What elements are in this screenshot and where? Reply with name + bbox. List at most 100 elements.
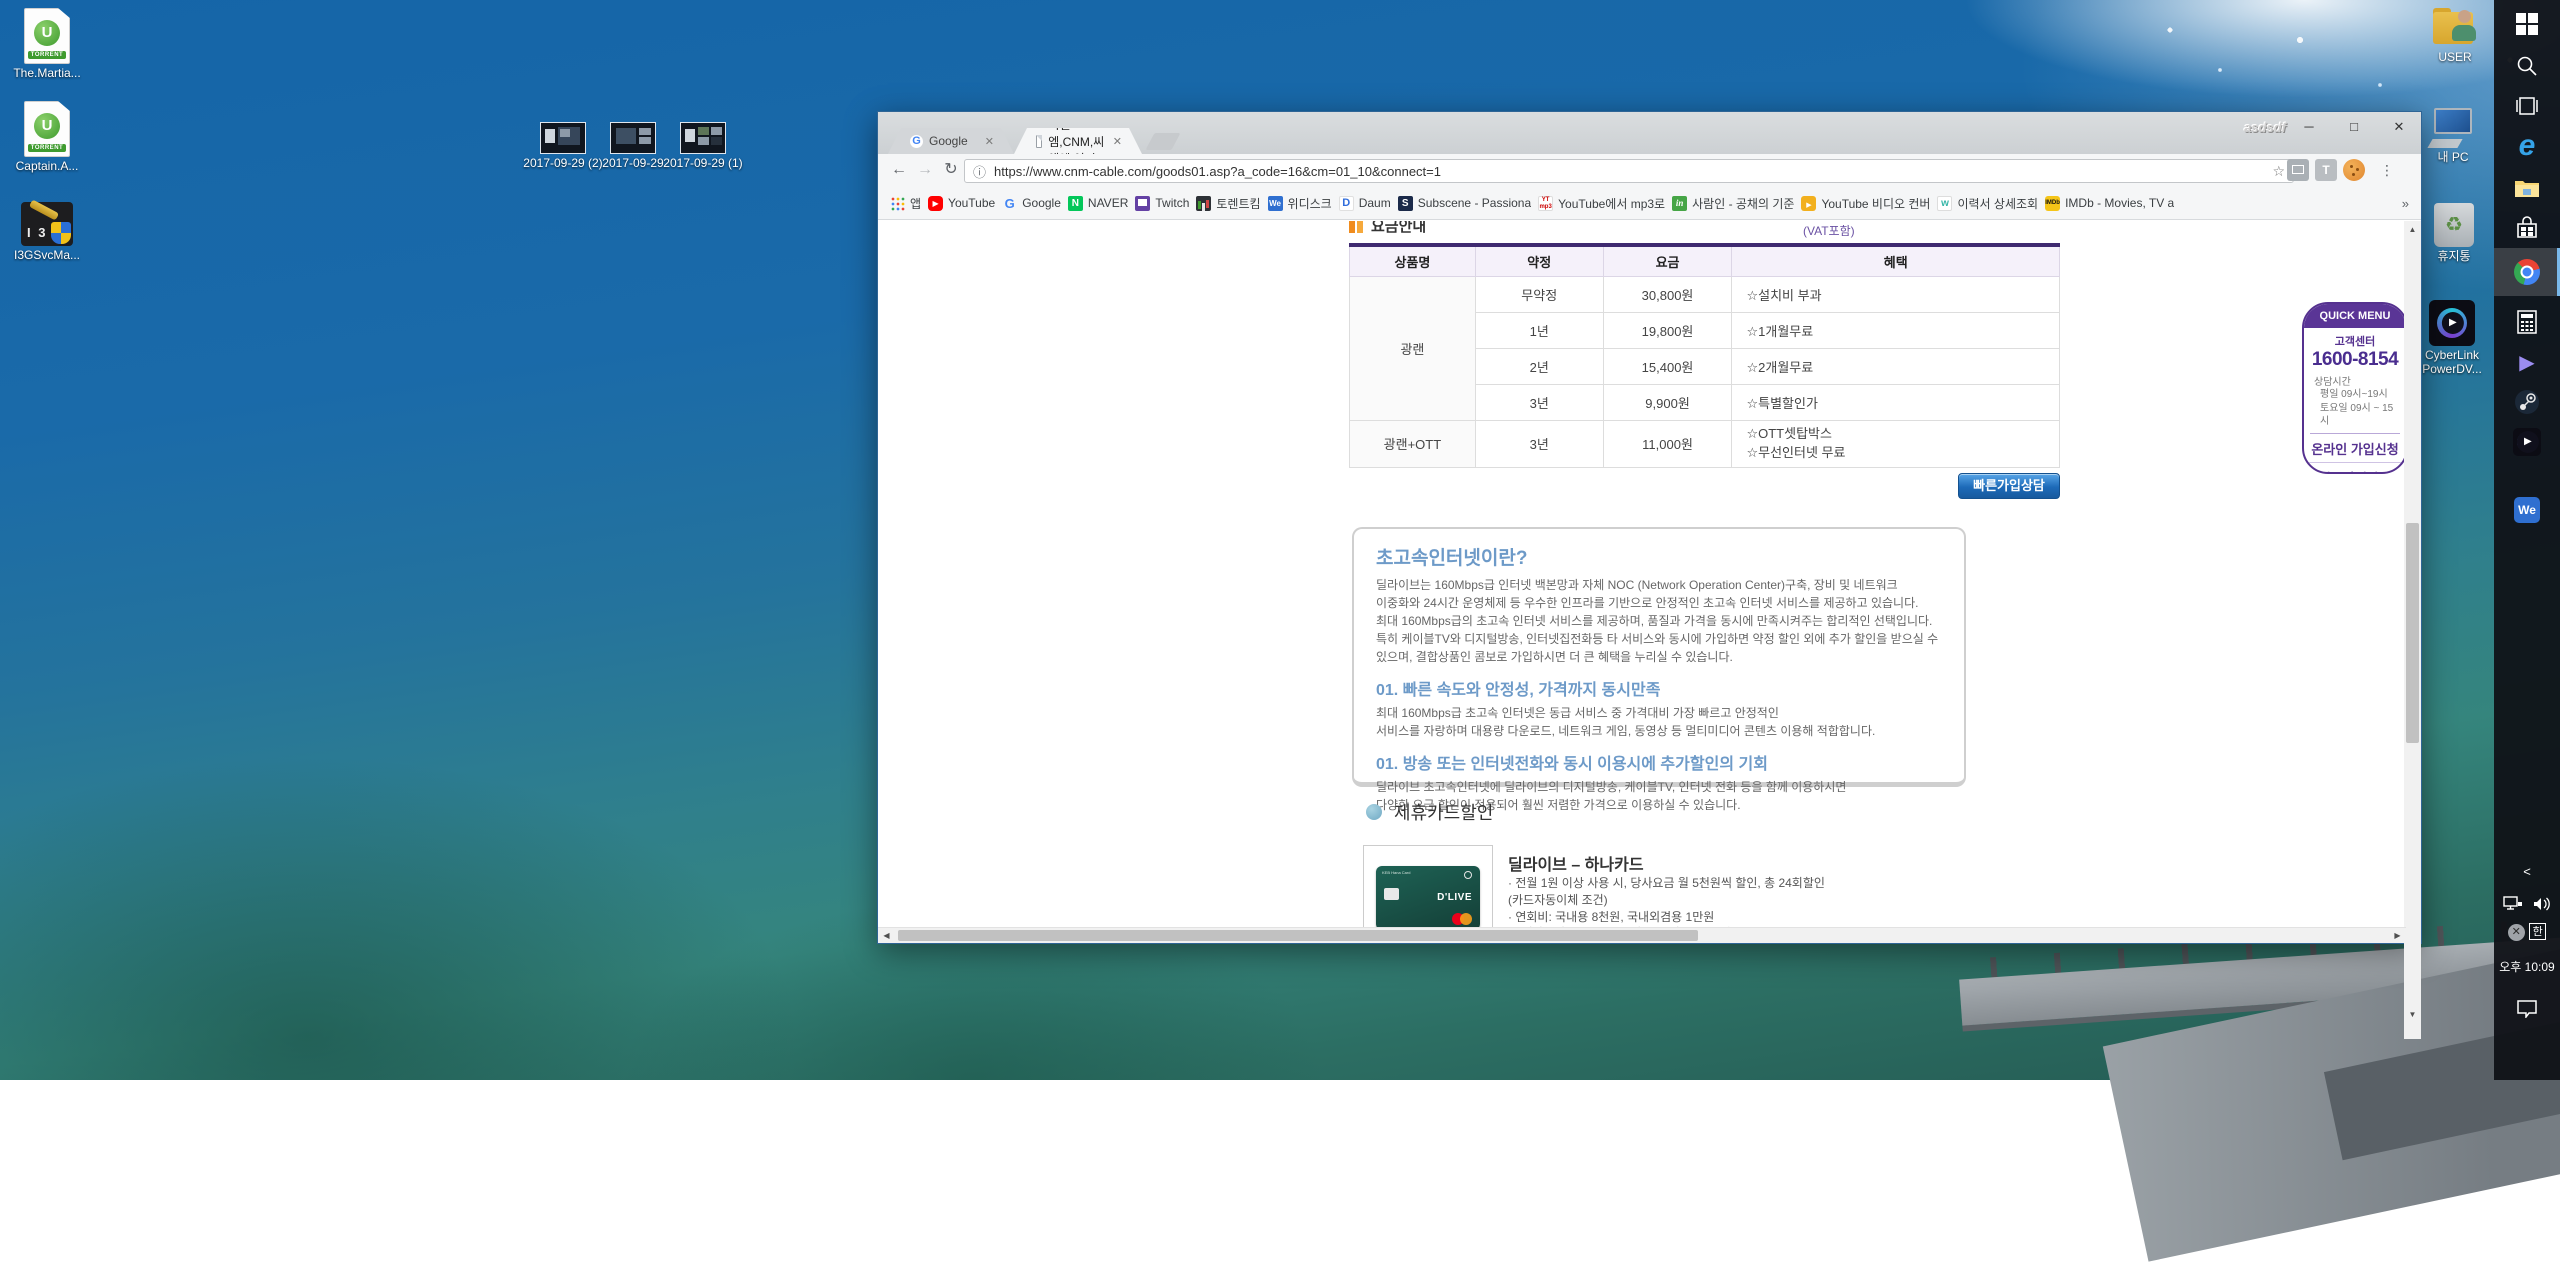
desktop-icon-screenshot-1[interactable]: 2017-09-29 (1) <box>658 122 748 171</box>
extension-t-icon[interactable]: T <box>2315 159 2337 181</box>
hidden-icons-chevron[interactable]: < <box>2494 864 2560 879</box>
taskbar-clock[interactable]: 오후 10:09 <box>2494 958 2560 975</box>
section-bullet-icon <box>1349 221 1363 233</box>
torrent-file-icon: UTORRENT <box>24 8 70 64</box>
maximize-button[interactable]: □ <box>2332 112 2376 142</box>
tab-google[interactable]: G Google ✕ <box>888 128 1014 154</box>
bookmark-subscene[interactable]: SSubscene - Passiona <box>1398 196 1531 211</box>
quick-consult-button[interactable]: 빠른가입상담 <box>1958 473 2060 499</box>
bookmarks-overflow-chevron[interactable]: » <box>2402 196 2409 211</box>
info-sub2-title: 01. 방송 또는 인터넷전화와 동시 이용시에 추가할인의 기회 <box>1376 750 1942 774</box>
tab-cnm-cable[interactable]: 씨앤엠,CNM,씨앤엠,인터 ✕ <box>1014 128 1142 154</box>
card-brand-text: D'LIVE <box>1437 892 1472 903</box>
steam-button[interactable] <box>2494 380 2560 424</box>
desktop-icon-recycle-bin[interactable]: 휴지통 <box>2412 203 2496 264</box>
network-icon[interactable] <box>2503 896 2523 912</box>
bookmark-google[interactable]: GGoogle <box>1002 196 1061 211</box>
desktop-icon-label: The.Martia... <box>2 67 92 81</box>
bookmark-imdb[interactable]: IMDbIMDb - Movies, TV a <box>2045 196 2174 211</box>
term-cell: 2년 <box>1475 348 1603 384</box>
new-tab-button[interactable] <box>1145 133 1180 150</box>
file-explorer-button[interactable] <box>2494 166 2560 210</box>
col-term: 약정 <box>1475 245 1603 276</box>
fee-cell: 19,800원 <box>1603 312 1732 348</box>
scroll-down-arrow[interactable]: ▼ <box>2404 1006 2421 1023</box>
chrome-window: G Google ✕ 씨앤엠,CNM,씨앤엠,인터 ✕ asdsdf ─ □ ✕… <box>877 111 2422 944</box>
vertical-scrollbar[interactable]: ▲ ▼ <box>2404 221 2421 1039</box>
chrome-button[interactable] <box>2494 248 2560 296</box>
browser-menu-icon[interactable]: ⋮ <box>2377 158 2397 182</box>
desktop-icon-this-pc[interactable]: 내 PC <box>2410 108 2496 165</box>
edge-button[interactable]: e <box>2494 124 2560 168</box>
torrentkim-icon <box>1196 196 1211 211</box>
horizontal-scroll-thumb[interactable] <box>898 930 1698 941</box>
bookmark-ytconverter[interactable]: YouTube 비디오 컨버 <box>1801 195 1930 212</box>
apps-grid-icon <box>890 196 905 211</box>
daum-icon: D <box>1339 196 1354 211</box>
horizontal-scrollbar[interactable]: ◀ ▶ <box>878 927 2406 943</box>
image-thumbnail-icon <box>680 122 726 154</box>
benefit-cell: ☆1개월무료 <box>1732 312 2060 348</box>
scroll-up-arrow[interactable]: ▲ <box>2404 221 2421 238</box>
ytmp3-icon: YTmp3 <box>1538 196 1553 211</box>
bookmark-resume[interactable]: w이력서 상세조회 <box>1937 195 2038 212</box>
customer-center-phone: 1600-8154 <box>2304 349 2406 371</box>
bookmark-naver[interactable]: NNAVER <box>1068 196 1128 211</box>
info-box-intro: 딜라이브는 160Mbps급 인터넷 백본망과 자체 NOC (Network … <box>1376 576 1942 666</box>
bookmark-ytmp3[interactable]: YTmp3YouTube에서 mp3로 <box>1538 195 1665 212</box>
partner-card-details: · 전월 1원 이상 사용 시, 당사요금 월 5천원씩 할인, 총 24회할인… <box>1508 875 1825 930</box>
col-product: 상품명 <box>1350 245 1476 276</box>
back-button[interactable]: ← <box>886 157 912 183</box>
vertical-scroll-thumb[interactable] <box>2406 523 2419 743</box>
start-button[interactable] <box>2494 2 2560 46</box>
google-icon: G <box>1002 196 1017 211</box>
bookmark-torrentkim[interactable]: 토렌트킴 <box>1196 195 1260 212</box>
tray-x-icon[interactable]: ✕ <box>2508 924 2525 941</box>
tray-icons-row2: ✕ 한 <box>2494 922 2560 941</box>
bookmark-saramin[interactable]: in사람인 - 공채의 기준 <box>1672 195 1794 212</box>
wedisk-button[interactable]: We <box>2494 488 2560 532</box>
bookmark-star-icon[interactable]: ☆ <box>2272 163 2285 180</box>
volume-icon[interactable] <box>2533 896 2551 912</box>
info-box-title: 초고속인터넷이란? <box>1376 543 1942 570</box>
imdb-icon: IMDb <box>2045 196 2060 211</box>
steam-icon <box>2514 389 2540 415</box>
scroll-right-arrow[interactable]: ▶ <box>2389 928 2406 944</box>
close-button[interactable]: ✕ <box>2377 112 2421 142</box>
forward-button[interactable]: → <box>912 157 938 183</box>
bookmark-youtube[interactable]: ▶YouTube <box>928 196 995 211</box>
edge-icon: e <box>2519 131 2536 161</box>
quick-consult-link[interactable]: 빠른가입상담 <box>2304 462 2406 475</box>
minimize-button[interactable]: ─ <box>2287 112 2331 142</box>
desktop-icon-user-folder[interactable]: USER <box>2412 8 2498 65</box>
bookmark-apps[interactable]: 앱 <box>890 195 921 212</box>
fee-cell: 9,900원 <box>1603 384 1732 420</box>
kmplayer-button[interactable]: ▶ <box>2494 340 2560 384</box>
page-info-icon[interactable]: ⓘ <box>973 162 986 181</box>
tab-title: Google <box>929 134 968 148</box>
scroll-left-arrow[interactable]: ◀ <box>878 928 895 944</box>
tab-close-icon[interactable]: ✕ <box>1113 135 1122 148</box>
extension-pip-icon[interactable] <box>2287 159 2309 181</box>
store-button[interactable] <box>2494 206 2560 250</box>
table-row: 광랜+OTT 3년 11,000원 ☆OTT셋탑박스 ☆무선인터넷 무료 <box>1350 420 2060 467</box>
online-signup-link[interactable]: 온라인 가입신청 <box>2304 434 2406 462</box>
extension-cookie-icon[interactable] <box>2343 159 2365 181</box>
search-button[interactable] <box>2494 44 2560 88</box>
bookmark-wedisk[interactable]: We위디스크 <box>1268 195 1332 212</box>
bookmark-daum[interactable]: DDaum <box>1339 196 1391 211</box>
reload-button[interactable]: ↻ <box>938 157 964 183</box>
task-view-button[interactable] <box>2494 84 2560 128</box>
hours-text: 평일 09시~19시토요일 09시 ~ 15시 <box>2310 388 2400 434</box>
desktop-icon-torrent-2[interactable]: UTORRENT Captain.A... <box>2 101 92 174</box>
address-bar[interactable]: ⓘ https://www.cnm-cable.com/goods01.asp?… <box>964 159 2294 183</box>
bookmark-twitch[interactable]: Twitch <box>1135 196 1189 211</box>
ime-korean-indicator[interactable]: 한 <box>2529 923 2546 940</box>
powerdvd-button[interactable] <box>2494 420 2560 464</box>
desktop-icon-i3gsvc[interactable]: I 3 I3GSvcMa... <box>2 202 92 263</box>
action-center-button[interactable] <box>2494 1000 2560 1023</box>
mastercard-logo <box>1452 913 1472 925</box>
tab-close-icon[interactable]: ✕ <box>985 135 994 148</box>
desktop-icon-torrent-1[interactable]: UTORRENT The.Martia... <box>2 8 92 81</box>
calculator-button[interactable] <box>2494 300 2560 344</box>
